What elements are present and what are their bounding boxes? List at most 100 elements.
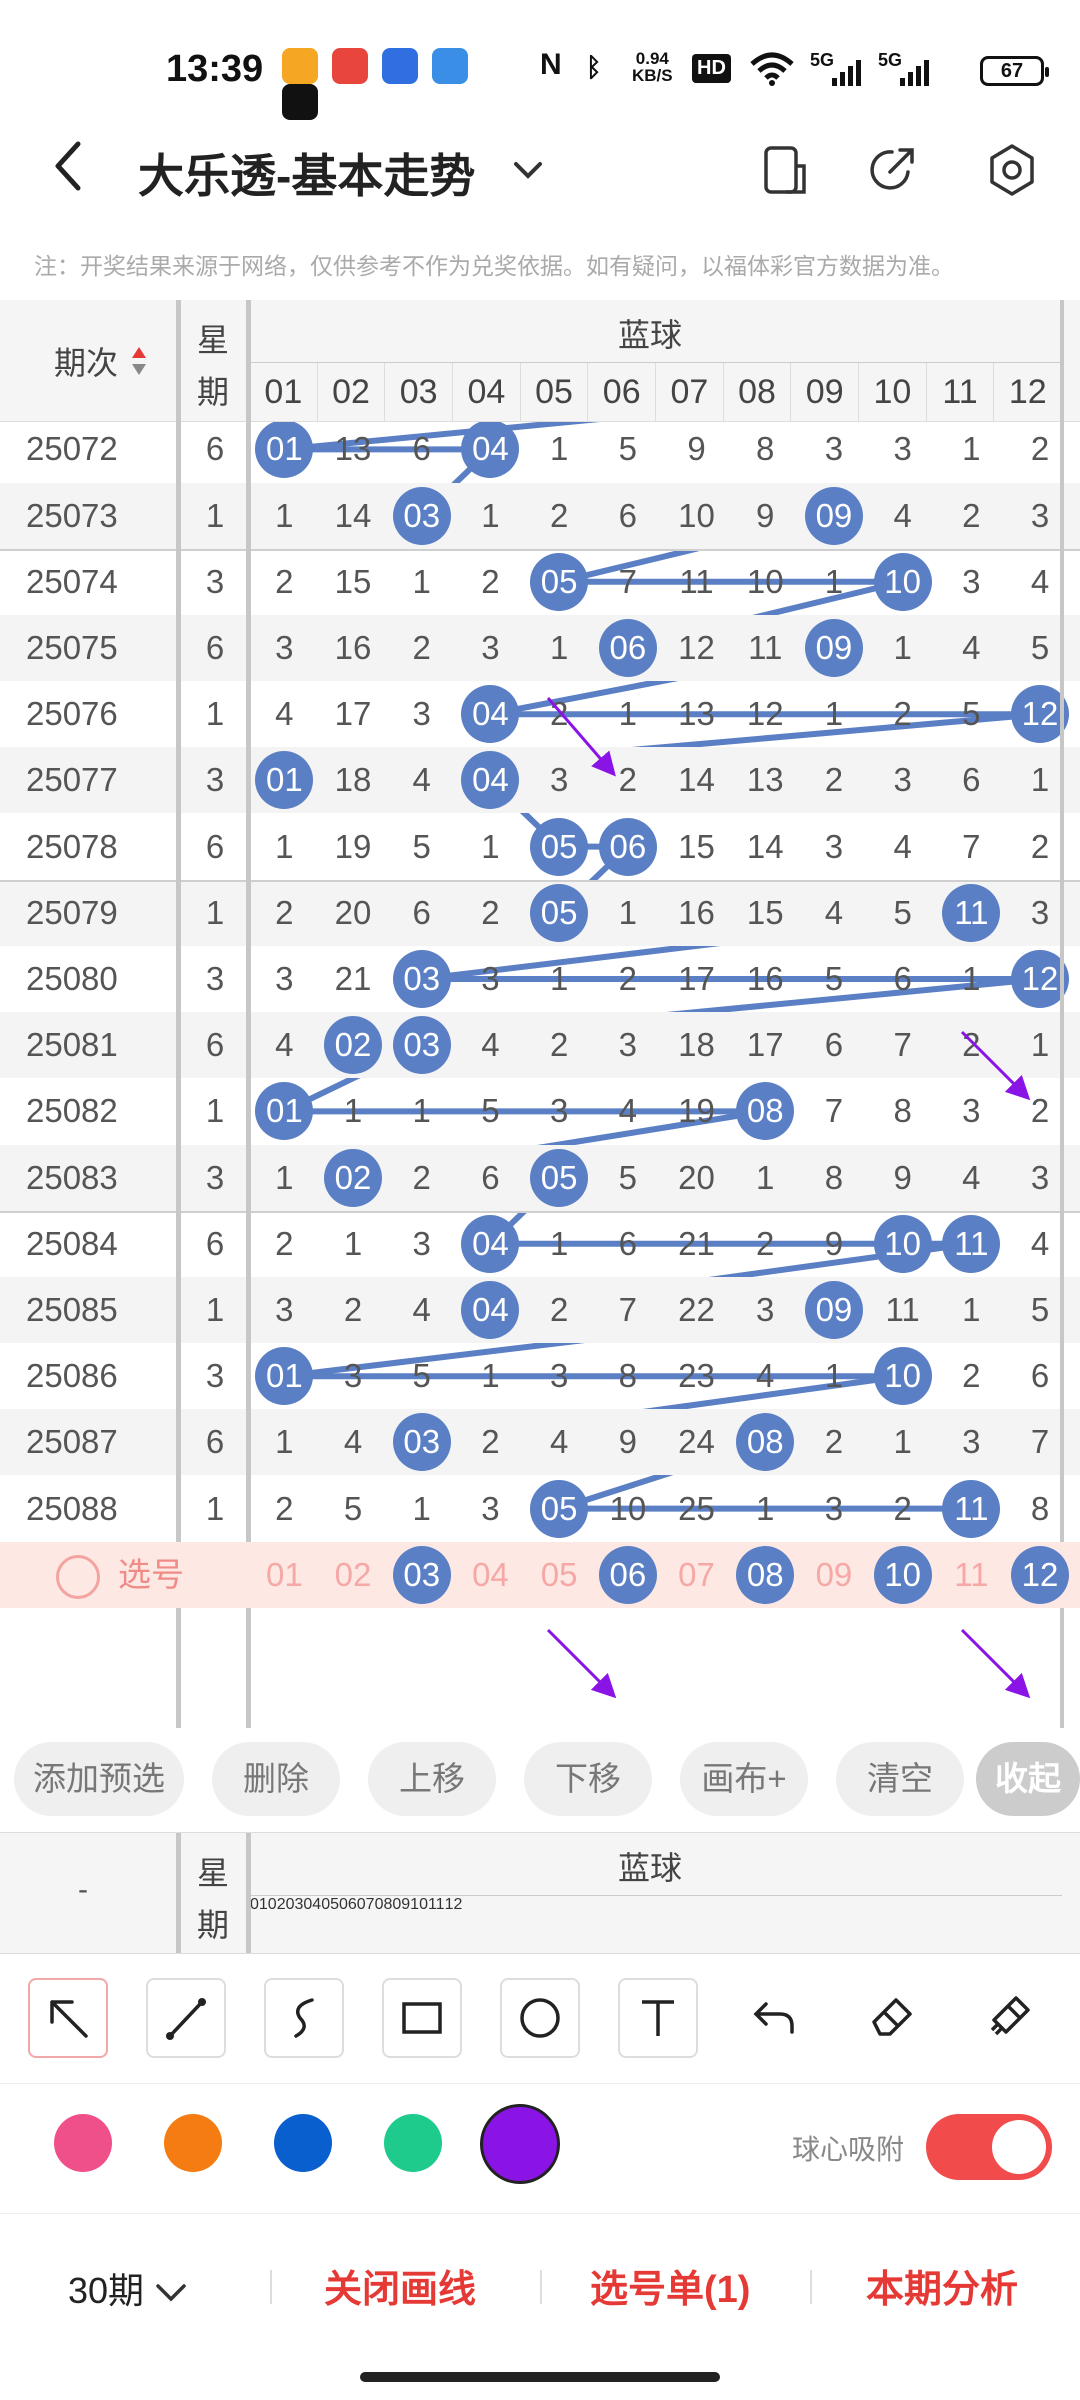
blue-ball-group-header: 蓝球 — [617, 1850, 682, 1886]
text-tool-icon — [642, 2000, 674, 2036]
back-button[interactable] — [48, 138, 98, 198]
rectangle-tool-icon — [402, 2002, 442, 2034]
analysis-button[interactable]: 本期分析 — [866, 2258, 1018, 2313]
toggle-knob — [992, 2120, 1046, 2174]
annotation-arrow[interactable] — [960, 1628, 1031, 1699]
canvas-table-header: - 星期 蓝球 01 02 03 04 05 06 07 08 09 10 11 12 — [0, 1832, 1080, 1954]
action-button-1[interactable]: 删除 — [212, 1742, 340, 1816]
divider — [540, 2270, 542, 2304]
net-speed: 0.94 KB/S — [632, 50, 673, 84]
number-column-10: 10 — [410, 1896, 428, 1913]
back-arrow-icon — [55, 141, 81, 191]
color-swatch-green[interactable] — [384, 2114, 442, 2172]
drawing-toolbar — [0, 1958, 1080, 2084]
period-label: 30期 — [68, 2270, 145, 2311]
close-lines-button[interactable]: 关闭画线 — [324, 2258, 476, 2313]
line-tool-button[interactable] — [146, 1978, 226, 2058]
more-notifications-icon — [282, 84, 318, 120]
nfc-icon: N — [540, 48, 562, 81]
bottom-bar: 30期 关闭画线 选号单(1) 本期分析 — [0, 2214, 1080, 2348]
week-header-top: 星 — [196, 1855, 229, 1891]
period-selector[interactable]: 30期 — [68, 2262, 188, 2314]
layout-toggle-icon[interactable] — [756, 142, 812, 198]
color-swatch-blue[interactable] — [274, 2114, 332, 2172]
color-swatch-pink[interactable] — [54, 2114, 112, 2172]
battery-indicator: 67 — [980, 56, 1049, 86]
annotation-arrow[interactable] — [960, 1030, 1031, 1101]
chevron-down-icon[interactable] — [510, 152, 546, 188]
annotation-arrow[interactable] — [546, 697, 616, 777]
number-column-05: 05 — [321, 1896, 339, 1913]
week-column-header: 星期 — [180, 1847, 246, 1951]
arrow-tool-button[interactable] — [28, 1978, 108, 2058]
signal-icon — [900, 60, 932, 86]
action-button-2[interactable]: 上移 — [368, 1742, 496, 1816]
column-divider — [176, 1833, 181, 1953]
status-bar: 13:39 N ᛒ 0.94 KB/S HD 5G 5G 67 — [0, 0, 1080, 130]
page-title[interactable]: 大乐透-基本走势 — [138, 140, 475, 206]
baidu-notification-icon — [382, 48, 418, 84]
share-icon[interactable] — [864, 142, 920, 198]
undo-icon — [753, 2002, 794, 2034]
snap-to-center-label: 球心吸附 — [792, 2134, 905, 2165]
clear-brush-button[interactable] — [972, 1978, 1052, 2058]
app-notification-icon — [282, 48, 318, 84]
arrow-tool-icon — [50, 2000, 88, 2038]
divider — [810, 2270, 812, 2304]
annotation-arrow[interactable] — [546, 1628, 617, 1699]
chevron-down-icon — [156, 2284, 186, 2302]
number-column-08: 08 — [374, 1896, 393, 1913]
eraser-icon — [872, 1998, 912, 2036]
wifi-icon — [750, 52, 794, 86]
app-notification-icon — [432, 48, 468, 84]
week-header-bottom: 期 — [196, 1907, 229, 1943]
notification-icons — [282, 48, 522, 120]
curve-tool-icon — [294, 1998, 314, 2038]
eraser-button[interactable] — [854, 1978, 934, 2058]
net-speed-value: 0.94 — [635, 49, 669, 68]
line-tool-icon — [166, 1998, 206, 2040]
trend-table: 2507013114049376111412250713412510548722… — [0, 300, 1080, 1730]
status-right: N ᛒ 0.94 KB/S HD 5G 5G 67 — [540, 48, 1049, 92]
number-column-07: 07 — [356, 1896, 375, 1913]
snap-toggle[interactable] — [926, 2114, 1052, 2180]
clock: 13:39 — [166, 48, 264, 90]
divider — [270, 2270, 272, 2304]
hd-voice-icon: HD — [692, 54, 731, 83]
circle-tool-button[interactable] — [500, 1978, 580, 2058]
action-button-0[interactable]: 添加预选 — [14, 1742, 184, 1816]
color-palette: 球心吸附 — [0, 2084, 1080, 2214]
placeholder-dash: - — [78, 1873, 88, 1906]
number-column-09: 09 — [392, 1896, 411, 1913]
action-button-6[interactable]: 收起 — [976, 1742, 1080, 1816]
number-column-03: 03 — [285, 1896, 304, 1913]
color-swatch-purple-selected[interactable] — [480, 2104, 560, 2184]
net-speed-unit: KB/S — [632, 66, 673, 85]
number-column-04: 04 — [303, 1896, 322, 1913]
disclaimer-notice: 注：开奖结果来源于网络，仅供参考不作为兑奖依据。如有疑问，以福体彩官方数据为准。 — [34, 253, 954, 279]
title-bar: 大乐透-基本走势 — [0, 130, 1080, 240]
number-column-11: 11 — [427, 1896, 445, 1913]
number-column-02: 02 — [267, 1896, 286, 1913]
clear-brush-icon — [990, 1996, 1030, 2036]
number-columns-header: 01 02 03 04 05 06 07 08 09 10 11 12 — [250, 1895, 1062, 1955]
app-notification-icon — [332, 48, 368, 84]
curve-tool-button[interactable] — [264, 1978, 344, 2058]
circle-tool-icon — [520, 1998, 560, 2038]
number-column-06: 06 — [338, 1896, 357, 1913]
settings-icon[interactable] — [984, 142, 1040, 198]
text-tool-button[interactable] — [618, 1978, 698, 2058]
action-button-3[interactable]: 下移 — [524, 1742, 652, 1816]
color-swatch-orange[interactable] — [164, 2114, 222, 2172]
rectangle-tool-button[interactable] — [382, 1978, 462, 2058]
ticket-button[interactable]: 选号单(1) — [590, 2258, 750, 2313]
action-button-4[interactable]: 画布+ — [680, 1742, 808, 1816]
action-button-5[interactable]: 清空 — [836, 1742, 964, 1816]
action-bar: 添加预选 删除 上移 下移 画布+ 清空 收起 — [0, 1728, 1080, 1833]
number-column-12: 12 — [444, 1896, 463, 1913]
sim1-label: 5G — [810, 50, 835, 70]
home-indicator[interactable] — [360, 2372, 720, 2382]
bluetooth-icon: ᛒ — [586, 52, 602, 82]
undo-button[interactable] — [736, 1978, 816, 2058]
signal-icon — [832, 60, 864, 86]
